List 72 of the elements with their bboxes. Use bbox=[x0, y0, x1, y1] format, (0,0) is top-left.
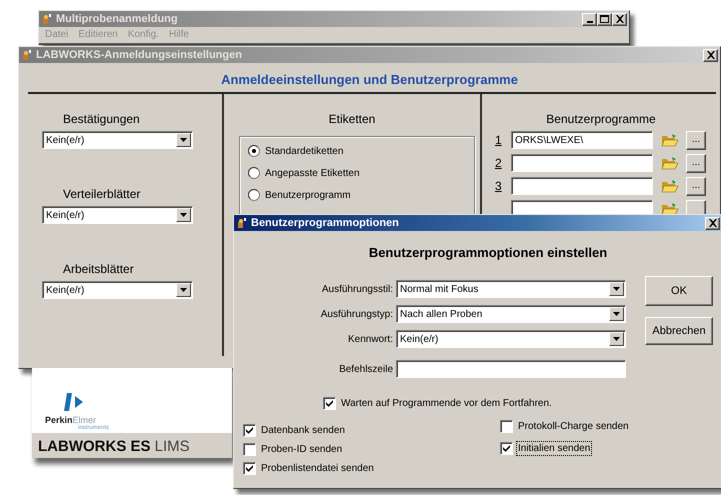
check-icon bbox=[246, 427, 253, 434]
close-button[interactable] bbox=[612, 12, 627, 26]
path-field[interactable] bbox=[511, 177, 653, 195]
dropdown[interactable]: Kein(e/r) bbox=[42, 281, 193, 299]
field-label: Kennwort: bbox=[348, 334, 393, 344]
ok-button[interactable]: OK bbox=[645, 276, 713, 306]
row-number: 2 bbox=[495, 156, 503, 170]
close-button[interactable] bbox=[705, 216, 720, 230]
product-name: LABWORKS ES LIMS bbox=[38, 438, 190, 455]
radio-option[interactable]: Benutzerprogramm bbox=[248, 189, 351, 201]
group-label: Etiketten bbox=[328, 112, 376, 126]
radio-button[interactable] bbox=[248, 145, 260, 157]
checkbox[interactable] bbox=[323, 397, 336, 410]
checkbox-option[interactable]: Protokoll-Charge senden bbox=[500, 420, 629, 433]
field-label: Ausführungsstil: bbox=[322, 284, 393, 294]
dropdown[interactable]: Normal mit Fokus bbox=[396, 280, 626, 298]
folder-icon[interactable] bbox=[661, 132, 679, 148]
text-field[interactable] bbox=[396, 360, 626, 378]
brand-name: PerkinElmer bbox=[45, 415, 96, 425]
checkbox[interactable] bbox=[243, 462, 256, 475]
checkbox[interactable] bbox=[243, 443, 256, 456]
browse-button[interactable]: ... bbox=[686, 176, 706, 196]
close-icon bbox=[706, 51, 714, 59]
window-title: Multiprobenanmeldung bbox=[56, 13, 178, 25]
folder-icon[interactable] bbox=[661, 156, 679, 170]
minimize-icon bbox=[586, 21, 592, 23]
app-icon bbox=[22, 50, 33, 60]
checkbox-option[interactable]: Initialien senden bbox=[500, 442, 590, 455]
check-icon bbox=[326, 400, 333, 407]
field-label: Arbeitsblätter bbox=[63, 262, 134, 276]
dialog-heading: Benutzerprogrammoptionen einstellen bbox=[368, 245, 608, 262]
browse-button[interactable]: ... bbox=[686, 130, 706, 150]
close-icon bbox=[708, 219, 716, 227]
field-label: Befehlszeile bbox=[339, 364, 393, 374]
path-field[interactable] bbox=[511, 154, 653, 172]
field-label: Bestätigungen bbox=[63, 112, 140, 126]
check-icon bbox=[503, 445, 510, 452]
field-label: Verteilerblätter bbox=[63, 187, 140, 201]
window-title: LABWORKS-Anmeldungseinstellungen bbox=[36, 49, 242, 61]
maximize-icon bbox=[600, 15, 609, 23]
row-number: 1 bbox=[495, 133, 503, 147]
checkbox-option[interactable]: Proben-ID senden bbox=[243, 443, 342, 456]
dropdown[interactable]: Kein(e/r) bbox=[42, 206, 193, 224]
checkbox-option[interactable]: Probenlistendatei senden bbox=[243, 462, 374, 475]
minimize-button[interactable] bbox=[582, 12, 597, 26]
group-label: Benutzerprogramme bbox=[546, 112, 656, 126]
radio-option[interactable]: Angepasste Etiketten bbox=[248, 167, 360, 179]
app-icon bbox=[42, 14, 53, 24]
cancel-button[interactable]: Abbrechen bbox=[645, 317, 713, 345]
radio-option[interactable]: Standardetiketten bbox=[248, 145, 344, 157]
close-button[interactable] bbox=[703, 48, 718, 62]
check-icon bbox=[246, 465, 253, 472]
browse-button[interactable]: ... bbox=[686, 154, 706, 172]
checkbox-option[interactable]: Warten auf Programmende vor dem Fortfahren. bbox=[323, 397, 552, 410]
dropdown[interactable]: Nach allen Proben bbox=[396, 305, 626, 323]
checkbox-option[interactable]: Datenbank senden bbox=[243, 424, 345, 437]
maximize-button[interactable] bbox=[597, 12, 612, 26]
folder-icon[interactable] bbox=[661, 178, 679, 194]
radio-button[interactable] bbox=[248, 189, 260, 201]
checkbox[interactable] bbox=[243, 424, 256, 437]
window-title: Benutzerprogrammoptionen bbox=[251, 217, 399, 229]
checkbox[interactable] bbox=[500, 420, 513, 433]
dropdown[interactable]: Kein(e/r) bbox=[396, 330, 626, 348]
checkbox[interactable] bbox=[500, 442, 513, 455]
field-label: Ausführungstyp: bbox=[320, 308, 393, 320]
radio-button[interactable] bbox=[248, 167, 260, 179]
section-heading: Anmeldeeinstellungen und Benutzerprogramme bbox=[221, 72, 518, 89]
app-icon bbox=[237, 218, 248, 228]
path-field[interactable]: ORKS\LWEXE\ bbox=[511, 131, 653, 149]
dropdown[interactable]: Kein(e/r) bbox=[42, 131, 193, 149]
row-number: 3 bbox=[495, 179, 503, 193]
close-icon bbox=[616, 15, 624, 23]
